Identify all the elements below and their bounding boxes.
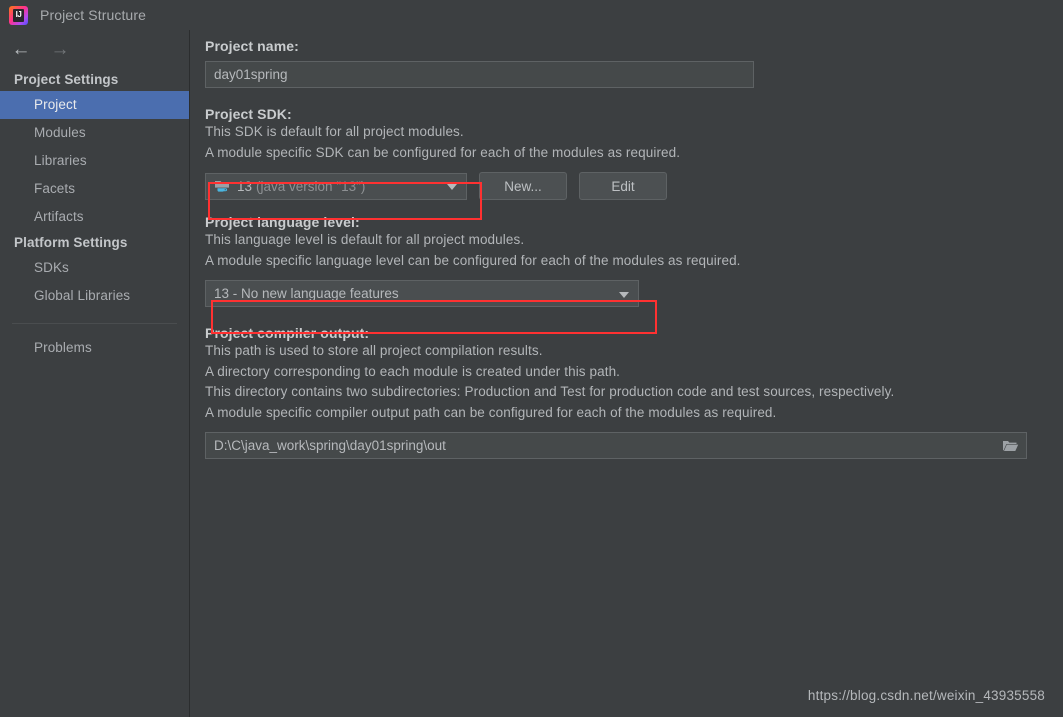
title-bar: IJ Project Structure <box>0 0 1063 30</box>
project-sdk-dropdown[interactable]: 13 (java version "13") <box>205 172 467 200</box>
sidebar-group-header-project-settings: Project Settings <box>14 72 119 87</box>
project-name-section: Project name: day01spring <box>205 38 1049 88</box>
settings-sidebar: ← → Project Settings Project Modules Lib… <box>0 30 190 717</box>
folder-browse-icon[interactable] <box>1002 439 1019 453</box>
logo-letters: IJ <box>15 9 22 19</box>
main-panel: Project name: day01spring Project SDK: T… <box>191 30 1063 717</box>
compiler-output-description-line-1: This path is used to store all project c… <box>205 343 543 358</box>
project-name-input[interactable]: day01spring <box>205 61 754 88</box>
intellij-idea-logo-icon: IJ <box>9 5 28 25</box>
project-language-level-value: 13 - No new language features <box>214 286 399 301</box>
project-sdk-value: 13 <box>237 178 253 194</box>
project-structure-dialog: IJ Project Structure ← → Project Setting… <box>0 0 1063 717</box>
project-language-level-label: Project language level: <box>205 214 360 230</box>
sidebar-group-platform-settings: Platform Settings SDKs Global Libraries <box>0 231 189 310</box>
sidebar-item-project[interactable]: Project <box>0 91 189 119</box>
project-language-level-section: Project language level: This language le… <box>205 214 1049 307</box>
project-sdk-section: Project SDK: This SDK is default for all… <box>205 106 1049 200</box>
navigation-arrows: ← → <box>0 30 189 68</box>
chevron-down-icon <box>447 184 457 190</box>
sidebar-item-artifacts[interactable]: Artifacts <box>0 203 189 231</box>
project-sdk-label: Project SDK: <box>205 106 292 122</box>
arrow-right-icon[interactable]: → <box>49 39 71 59</box>
java-sdk-folder-icon <box>214 178 232 194</box>
watermark-url: https://blog.csdn.net/weixin_43935558 <box>807 688 1045 703</box>
project-name-value: day01spring <box>214 67 288 82</box>
sidebar-item-sdks[interactable]: SDKs <box>0 254 189 282</box>
compiler-output-path-input[interactable]: D:\C\java_work\spring\day01spring\out <box>205 432 1027 459</box>
project-sdk-description-line-1: This SDK is default for all project modu… <box>205 124 464 139</box>
new-sdk-button[interactable]: New... <box>479 172 567 200</box>
compiler-output-description-line-3: This directory contains two subdirectori… <box>205 384 895 399</box>
chevron-down-icon <box>619 291 629 298</box>
sidebar-item-libraries[interactable]: Libraries <box>0 147 189 175</box>
project-compiler-output-section: Project compiler output: This path is us… <box>205 325 1049 459</box>
sidebar-item-facets[interactable]: Facets <box>0 175 189 203</box>
sidebar-group-header-platform-settings: Platform Settings <box>14 235 128 250</box>
sidebar-divider <box>12 323 177 324</box>
sidebar-group-project-settings: Project Settings Project Modules Librari… <box>0 68 189 231</box>
project-sdk-controls-row: 13 (java version "13") New... Edit <box>205 172 1049 200</box>
project-language-level-dropdown[interactable]: 13 - No new language features <box>205 280 639 307</box>
language-level-description-line-1: This language level is default for all p… <box>205 232 525 247</box>
sidebar-item-global-libraries[interactable]: Global Libraries <box>0 282 189 310</box>
edit-sdk-button[interactable]: Edit <box>579 172 667 200</box>
compiler-output-description-line-4: A module specific compiler output path c… <box>205 404 777 420</box>
compiler-output-description-line-2: A directory corresponding to each module… <box>205 363 621 379</box>
window-title: Project Structure <box>40 7 146 23</box>
compiler-output-path-value: D:\C\java_work\spring\day01spring\out <box>214 438 446 453</box>
project-compiler-output-label: Project compiler output: <box>205 325 370 341</box>
sidebar-item-modules[interactable]: Modules <box>0 119 189 147</box>
project-sdk-value-detail: (java version "13") <box>256 178 366 194</box>
project-sdk-description-line-2: A module specific SDK can be configured … <box>205 144 681 160</box>
sidebar-item-problems[interactable]: Problems <box>0 334 189 362</box>
language-level-description-line-2: A module specific language level can be … <box>205 252 741 268</box>
arrow-left-icon[interactable]: ← <box>10 39 32 59</box>
project-name-label: Project name: <box>205 38 299 54</box>
